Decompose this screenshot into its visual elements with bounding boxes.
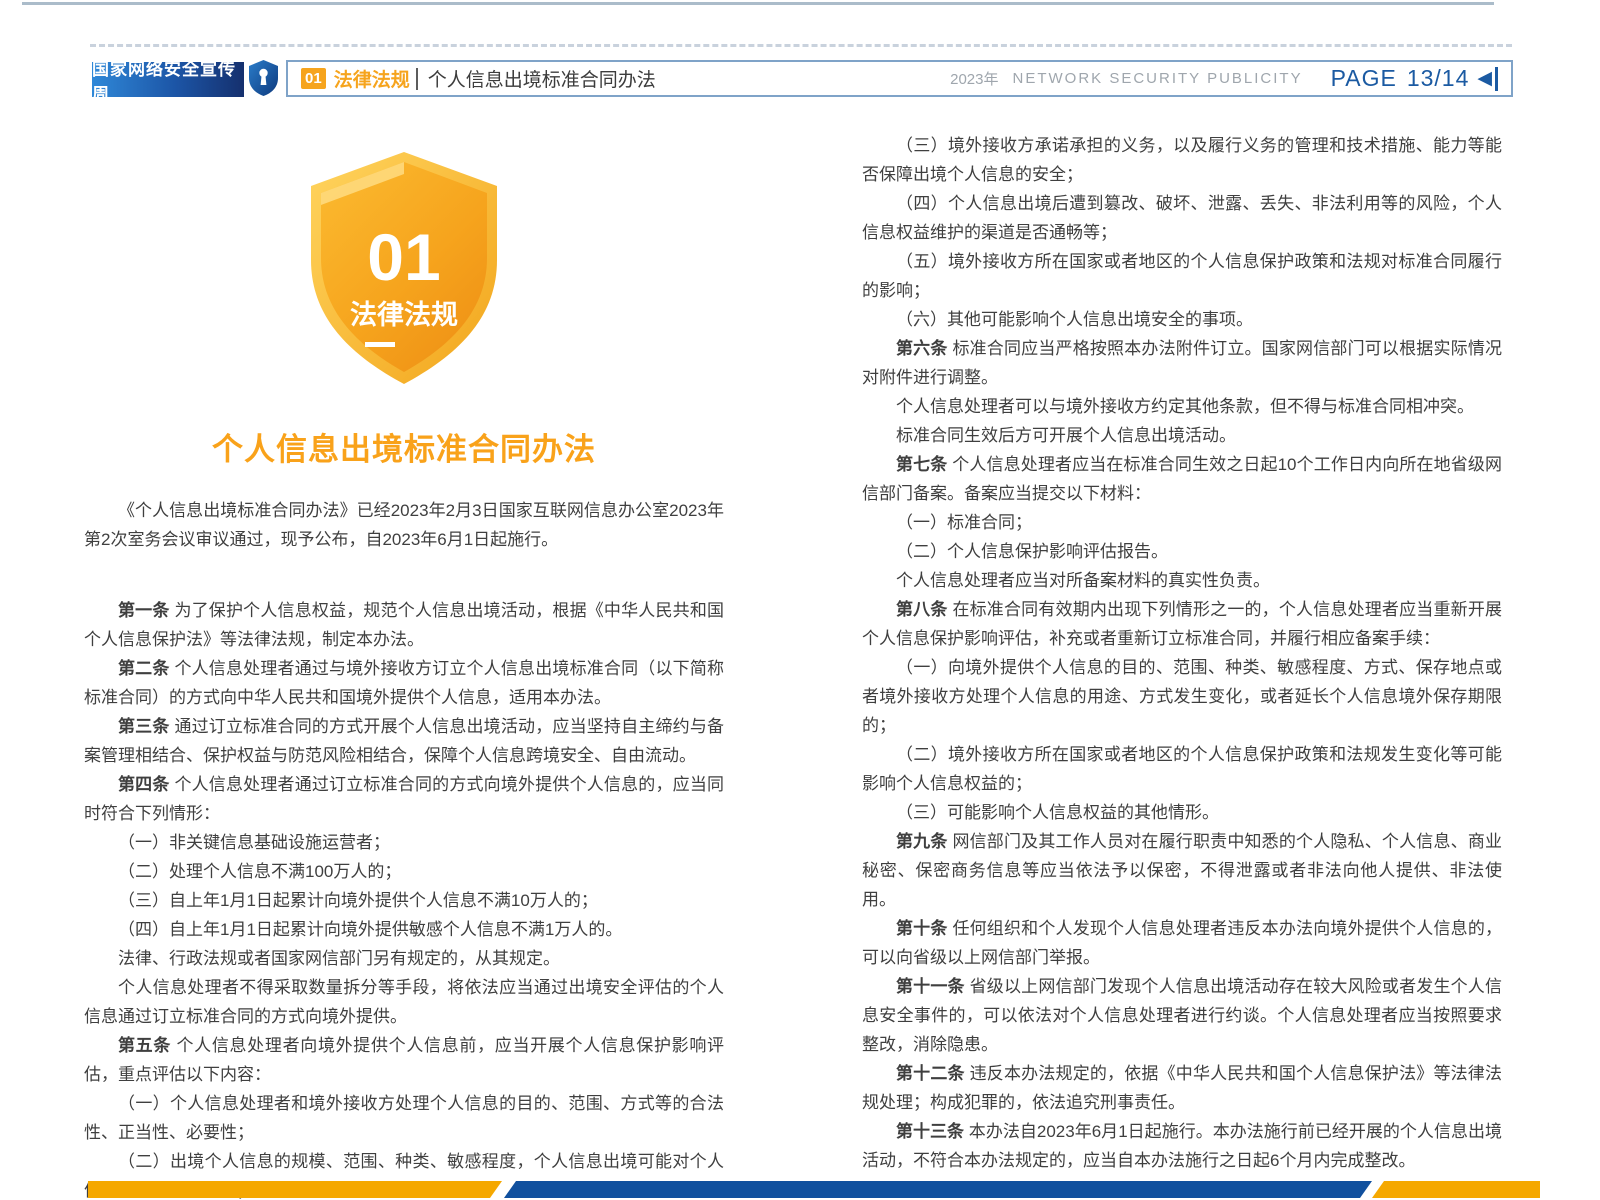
header-doc-title: 个人信息出境标准合同办法: [428, 65, 656, 92]
brand-badge: 国家网络安全宣传周: [92, 62, 244, 97]
law-paragraph: （三）境外接收方承诺承担的义务，以及履行义务的管理和技术措施、能力等能否保障出境…: [862, 131, 1502, 189]
article-number: 第十条: [896, 919, 948, 938]
law-paragraph: 第十二条 违反本办法规定的，依据《中华人民共和国个人信息保护法》等法律法规处理；…: [862, 1059, 1502, 1117]
law-paragraph: 第四条 个人信息处理者通过订立标准合同的方式向境外提供个人信息的，应当同时符合下…: [84, 770, 724, 828]
chapter-label: 法律法规: [334, 65, 410, 92]
document-page: 国家网络安全宣传周 01 法律法规 个人信息出境标准合同办法 2023年 NET…: [0, 0, 1600, 1200]
dashed-rule: [90, 44, 1512, 47]
article-number: 第八条: [896, 600, 948, 619]
page-indicator: PAGE 13/14 ◀: [1331, 65, 1498, 92]
lock-shield-icon: [247, 59, 280, 97]
law-paragraph: （五）境外接收方所在国家或者地区的个人信息保护政策和法规对标准合同履行的影响；: [862, 247, 1502, 305]
page-number: 13/14: [1407, 65, 1470, 92]
law-paragraph: （三）可能影响个人信息权益的其他情形。: [862, 798, 1502, 827]
law-paragraph: 第五条 个人信息处理者向境外提供个人信息前，应当开展个人信息保护影响评估，重点评…: [84, 1031, 724, 1089]
article-number: 第四条: [118, 775, 170, 794]
article-number: 第十二条: [896, 1064, 965, 1083]
law-paragraph: （六）其他可能影响个人信息出境安全的事项。: [862, 305, 1502, 334]
law-paragraph: 个人信息处理者不得采取数量拆分等手段，将依法应当通过出境安全评估的个人信息通过订…: [84, 973, 724, 1031]
shield-label: 法律法规: [350, 300, 458, 330]
law-paragraph: （二）个人信息保护影响评估报告。: [862, 537, 1502, 566]
article-title: 个人信息出境标准合同办法: [84, 432, 724, 468]
law-paragraph: 第十一条 省级以上网信部门发现个人信息出境活动存在较大风险或者发生个人信息安全事…: [862, 972, 1502, 1059]
law-paragraph: （二）境外接收方所在国家或者地区的个人信息保护政策和法规发生变化等可能影响个人信…: [862, 740, 1502, 798]
law-paragraph: （三）自上年1月1日起累计向境外提供个人信息不满10万人的；: [84, 886, 724, 915]
header-title-bar: 01 法律法规 个人信息出境标准合同办法 2023年 NETWORK SECUR…: [286, 60, 1513, 97]
top-rule: [22, 2, 1494, 5]
article-number: 第一条: [118, 601, 170, 620]
article-number: 第十一条: [896, 977, 965, 996]
header-year: 2023年: [950, 68, 998, 89]
law-paragraph: 个人信息处理者应当对所备案材料的真实性负责。: [862, 566, 1502, 595]
law-paragraph: 第九条 网信部门及其工作人员对在履行职责中知悉的个人隐私、个人信息、商业秘密、保…: [862, 827, 1502, 914]
article-number: 第六条: [896, 339, 948, 358]
article-number: 第三条: [118, 717, 170, 736]
law-paragraph: 第十三条 本办法自2023年6月1日起施行。本办法施行前已经开展的个人信息出境活…: [862, 1117, 1502, 1175]
law-paragraph: 第三条 通过订立标准合同的方式开展个人信息出境活动，应当坚持自主缔约与备案管理相…: [84, 712, 724, 770]
footer-bar-orange-left: [88, 1181, 502, 1198]
article-number: 第二条: [118, 659, 170, 678]
law-paragraph: （一）向境外提供个人信息的目的、范围、种类、敏感程度、方式、保存地点或者境外接收…: [862, 653, 1502, 740]
article-number: 第五条: [118, 1036, 171, 1055]
law-paragraph: 第一条 为了保护个人信息权益，规范个人信息出境活动，根据《中华人民共和国个人信息…: [84, 596, 724, 654]
header-divider: [416, 68, 418, 90]
law-paragraph: 标准合同生效后方可开展个人信息出境活动。: [862, 421, 1502, 450]
footer-bar-blue: [504, 1181, 1372, 1198]
article-number: 第九条: [896, 832, 948, 851]
law-paragraph: 第二条 个人信息处理者通过与境外接收方订立个人信息出境标准合同（以下简称标准合同…: [84, 654, 724, 712]
law-paragraph: （一）个人信息处理者和境外接收方处理个人信息的目的、范围、方式等的合法性、正当性…: [84, 1089, 724, 1147]
law-paragraph: （四）个人信息出境后遭到篡改、破坏、泄露、丢失、非法利用等的风险，个人信息权益维…: [862, 189, 1502, 247]
article-number: 第七条: [896, 455, 947, 474]
law-paragraph: （四）自上年1月1日起累计向境外提供敏感个人信息不满1万人的。: [84, 915, 724, 944]
law-paragraph: 第六条 标准合同应当严格按照本办法附件订立。国家网信部门可以根据实际情况对附件进…: [862, 334, 1502, 392]
shield-number: 01: [367, 220, 440, 294]
law-paragraph: （一）非关键信息基础设施运营者；: [84, 828, 724, 857]
header-slogan: NETWORK SECURITY PUBLICITY: [1013, 70, 1303, 87]
law-paragraph: （一）标准合同；: [862, 508, 1502, 537]
left-column: 01 法律法规 个人信息出境标准合同办法 《个人信息出境标准合同办法》已经202…: [84, 140, 724, 1200]
law-paragraph: 第八条 在标准合同有效期内出现下列情形之一的，个人信息处理者应当重新开展个人信息…: [862, 595, 1502, 653]
chapter-shield-badge: 01 法律法规: [303, 148, 505, 388]
law-paragraph: 个人信息处理者可以与境外接收方约定其他条款，但不得与标准合同相冲突。: [862, 392, 1502, 421]
chapter-number-chip: 01: [301, 68, 326, 89]
shield-dash: [365, 342, 395, 347]
article-number: 第十三条: [896, 1122, 964, 1141]
right-column: （三）境外接收方承诺承担的义务，以及履行义务的管理和技术措施、能力等能否保障出境…: [862, 131, 1502, 1175]
brand-badge-label: 国家网络安全宣传周: [92, 55, 244, 105]
footer-bar-orange-right: [1372, 1181, 1540, 1198]
left-article-body: 第一条 为了保护个人信息权益，规范个人信息出境活动，根据《中华人民共和国个人信息…: [84, 596, 724, 1200]
page-word: PAGE: [1331, 65, 1397, 92]
page-back-icon[interactable]: ◀: [1477, 67, 1498, 91]
law-paragraph: （二）处理个人信息不满100万人的；: [84, 857, 724, 886]
article-intro: 《个人信息出境标准合同办法》已经2023年2月3日国家互联网信息办公室2023年…: [84, 496, 724, 554]
law-paragraph: 第七条 个人信息处理者应当在标准合同生效之日起10个工作日内向所在地省级网信部门…: [862, 450, 1502, 508]
law-paragraph: 法律、行政法规或者国家网信部门另有规定的，从其规定。: [84, 944, 724, 973]
law-paragraph: 第十条 任何组织和个人发现个人信息处理者违反本办法向境外提供个人信息的，可以向省…: [862, 914, 1502, 972]
